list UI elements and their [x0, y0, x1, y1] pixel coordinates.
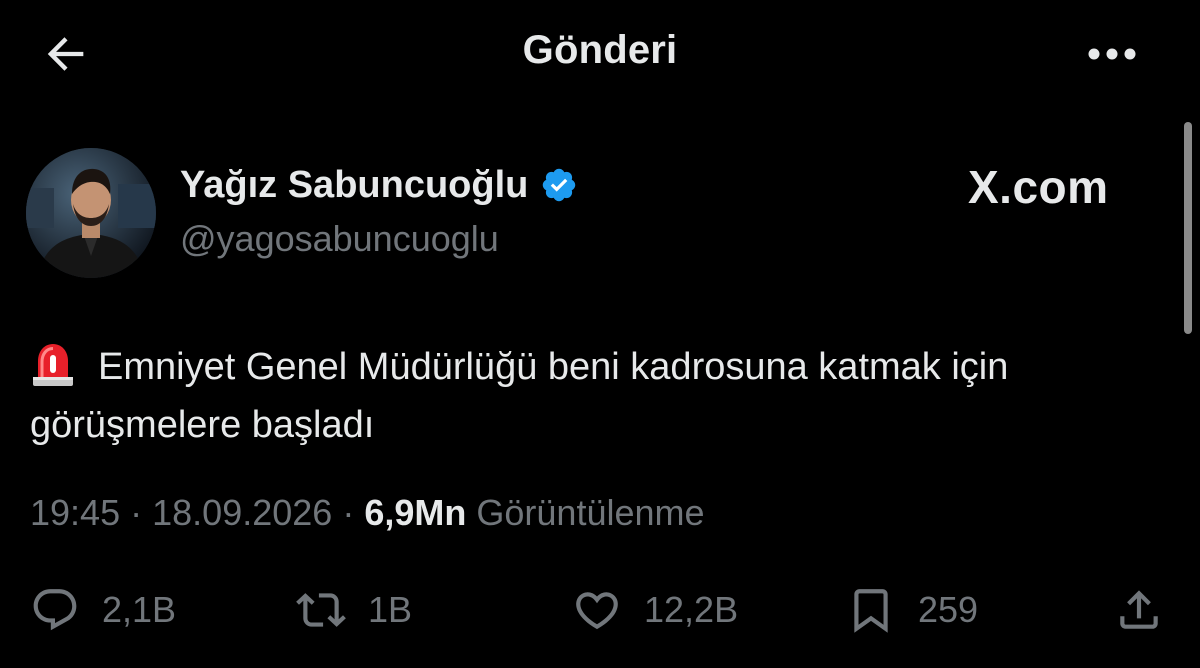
- meta-separator: ·: [342, 492, 355, 533]
- share-button[interactable]: [1114, 578, 1164, 642]
- siren-icon: [33, 344, 73, 386]
- repost-count: 1B: [368, 589, 413, 630]
- bookmark-icon: [854, 589, 888, 633]
- author-block: Yağız Sabuncuoğlu @yagosabuncuoglu: [180, 160, 578, 260]
- like-count: 12,2B: [644, 589, 739, 630]
- profile-photo-icon: [26, 148, 156, 278]
- verified-badge-icon: [543, 168, 576, 202]
- avatar[interactable]: [26, 148, 156, 278]
- reply-icon: [33, 589, 77, 631]
- meta-separator: ·: [130, 492, 143, 533]
- author-handle[interactable]: @yagosabuncuoglu: [180, 218, 578, 260]
- page-title: Gönderi: [522, 28, 678, 72]
- reply-count: 2,1B: [102, 589, 177, 630]
- views-count: 6,9Mn: [364, 492, 467, 533]
- bookmark-count: 259: [918, 589, 979, 630]
- more-options-button[interactable]: [1080, 26, 1144, 82]
- reply-button[interactable]: 2,1B: [30, 578, 176, 642]
- tweet-meta: 19:45 · 18.09.2026 · 6,9Mn Görüntülenme: [30, 492, 705, 534]
- tweet-date[interactable]: 18.09.2026: [152, 492, 332, 533]
- repost-icon: [296, 593, 346, 627]
- tweet-text: Emniyet Genel Müdürlüğü beni kadrosuna k…: [30, 338, 1170, 454]
- x-com-watermark: X.com: [968, 161, 1109, 213]
- like-button[interactable]: 12,2B: [572, 578, 738, 642]
- action-bar: 2,1B 1B 12,2B 259: [0, 578, 1200, 642]
- scrollbar[interactable]: [1184, 122, 1192, 334]
- tweet-text-content: Emniyet Genel Müdürlüğü beni kadrosuna k…: [30, 346, 1009, 446]
- bookmark-button[interactable]: 259: [846, 578, 978, 642]
- tweet-time[interactable]: 19:45: [30, 492, 120, 533]
- views-label: Görüntülenme: [476, 492, 705, 533]
- more-horizontal-icon: [1088, 48, 1136, 60]
- repost-button[interactable]: 1B: [296, 578, 412, 642]
- name-row: Yağız Sabuncuoğlu: [180, 160, 578, 210]
- top-bar: Gönderi: [0, 0, 1200, 110]
- heart-icon: [576, 592, 618, 630]
- author-display-name[interactable]: Yağız Sabuncuoğlu: [180, 164, 528, 207]
- share-icon: [1120, 590, 1158, 629]
